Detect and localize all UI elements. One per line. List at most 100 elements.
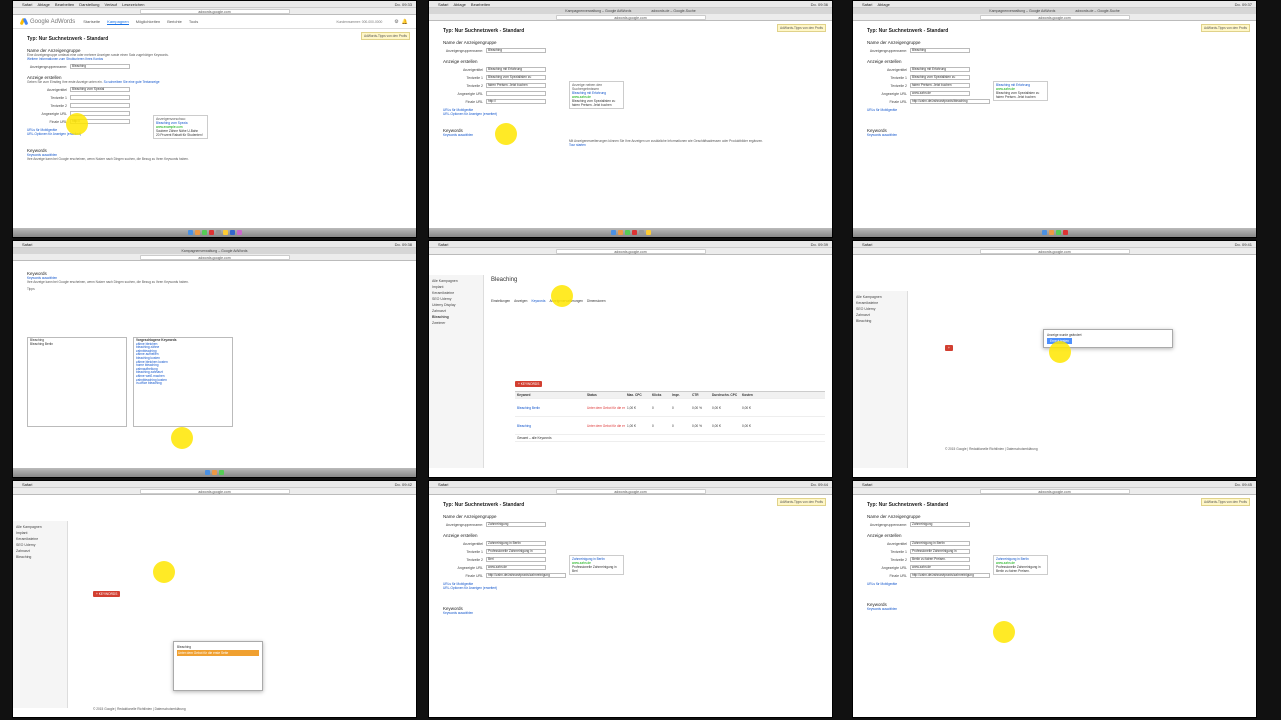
menu-safari[interactable]: Safari (438, 482, 448, 487)
tab-adwords[interactable]: Kampagnenverwaltung – Google AdWords (181, 249, 247, 253)
keywords-select-link[interactable]: Keywords auswählen (867, 607, 1242, 611)
url-field[interactable]: adwords.google.com (979, 248, 1130, 254)
tips-badge[interactable]: AdWords-Tipps von den Profis (1200, 24, 1250, 32)
tips-badge[interactable]: AdWords-Tipps von den Profis (1200, 498, 1250, 506)
line1-input[interactable]: Bleaching vom Spezialisten zu (486, 75, 546, 80)
line2-input[interactable]: Berlin zu fairen Preisen. (910, 557, 970, 562)
line1-input[interactable]: Professionelle Zahnreinigung in (910, 549, 970, 554)
add-ad-button[interactable]: + (945, 345, 953, 351)
display-url-input[interactable]: www.zahn.de (486, 565, 546, 570)
sidebar-item[interactable]: Zweimer (432, 320, 480, 326)
final-url-input[interactable]: http:// (486, 99, 546, 104)
cursor-highlight (153, 561, 175, 583)
url-options-link[interactable]: URL-Optionen für Anzeigen (erweitert) (443, 112, 818, 116)
headline-input[interactable]: Zahnreinigung in Berlin (486, 541, 546, 546)
url-field[interactable]: adwords.google.com (979, 14, 1130, 20)
headline-input[interactable]: Bleaching mit Erfahrung (486, 67, 546, 72)
menu-ablage[interactable]: Ablage (877, 2, 889, 7)
headline-input[interactable]: Bleaching mit Erfahrung (910, 67, 970, 72)
line1-input[interactable]: Bleaching vom Spezialisten zu (910, 75, 970, 80)
tab-dimensionen[interactable]: Dimensionen (587, 299, 606, 303)
url-field[interactable]: adwords.google.com (555, 248, 706, 254)
adwords-logo[interactable]: Google AdWords (19, 17, 75, 26)
suggested-keyword[interactable]: in-office bleaching (136, 382, 230, 386)
url-field[interactable]: adwords.google.com (139, 488, 290, 494)
url-field[interactable]: adwords.google.com (139, 254, 290, 260)
nav-tools[interactable]: Tools (189, 19, 198, 25)
nav-moeglichkeiten[interactable]: Möglichkeiten (136, 19, 160, 25)
adgroup-name-input[interactable]: Bleaching (70, 64, 130, 69)
tab-keywords[interactable]: Keywords (531, 299, 545, 303)
menu-safari[interactable]: Safari (862, 482, 872, 487)
sidebar-item-bleaching[interactable]: Bleaching (856, 318, 904, 324)
tips-badge[interactable]: AdWords-Tipps von den Profis (776, 498, 826, 506)
nav-startseite[interactable]: Startseite (83, 19, 100, 25)
table-row[interactable]: Bleaching Berlin Unter dem Gebot für die … (515, 399, 825, 417)
display-url-input[interactable]: www.zahn.de (910, 91, 970, 96)
tips-badge[interactable]: AdWords-Tipps von den Profis (360, 32, 410, 40)
menu-verlauf[interactable]: Verlauf (105, 2, 117, 7)
menu-safari[interactable]: Safari (22, 242, 32, 247)
line2-input[interactable]: Berl (486, 557, 546, 562)
url-field[interactable]: adwords.google.com (555, 488, 706, 494)
menu-safari[interactable]: Safari (862, 242, 872, 247)
headline-label: Anzeigentitel (46, 87, 67, 92)
menu-bearbeiten[interactable]: Bearbeiten (471, 2, 490, 7)
keywords-select-link[interactable]: Keywords auswählen (443, 611, 818, 615)
tab-google-search[interactable]: adwords.de – Google-Suche (651, 9, 695, 13)
nav-berichte[interactable]: Berichte (167, 19, 182, 25)
line1-input[interactable] (70, 95, 130, 100)
menu-bearbeiten[interactable]: Bearbeiten (55, 2, 74, 7)
adgroup-name-input[interactable]: Zahnreinigung (486, 522, 546, 527)
line2-input[interactable]: fairen Preisen. Jetzt buchen (486, 83, 546, 88)
keywords-textarea[interactable]: Bleaching Bleaching Berlin (27, 337, 127, 427)
final-url-input[interactable]: http://zahn.de/zahnarztpraxis/zahnreinig… (910, 573, 990, 578)
tips-badge[interactable]: AdWords-Tipps von den Profis (776, 24, 826, 32)
adgroup-name-input[interactable]: Bleaching (910, 48, 970, 53)
table-row[interactable]: BleachingUnter dem Gebot für die erste S… (515, 417, 825, 435)
headline-input[interactable]: Bleaching vom Spezial (70, 87, 130, 92)
menu-safari[interactable]: Safari (438, 242, 448, 247)
nav-kampagnen[interactable]: Kampagnen (107, 19, 129, 25)
url-field[interactable]: adwords.google.com (979, 488, 1130, 494)
mobile-urls-link[interactable]: URLs für Mobilgeräte (867, 582, 1242, 586)
line1-label: Textzeile 1 (466, 549, 483, 554)
url-field[interactable]: adwords.google.com (555, 14, 706, 20)
final-url-input[interactable]: http://zahn.de/zahnarztpraxis/bleaching (910, 99, 990, 104)
menu-safari[interactable]: Safari (438, 2, 448, 7)
menu-ablage[interactable]: Ablage (37, 2, 49, 7)
final-url-input[interactable]: http://zahn.de/zahnarztpraxis/zahnreinig… (486, 573, 566, 578)
line2-input[interactable] (70, 103, 130, 108)
adgroup-name-input[interactable]: Bleaching (486, 48, 546, 53)
mobile-urls-link[interactable]: URLs für Mobilgeräte (867, 108, 1242, 112)
menu-safari[interactable]: Safari (22, 482, 32, 487)
bell-icon[interactable]: 🔔 (402, 19, 408, 25)
menu-ablage[interactable]: Ablage (453, 2, 465, 7)
gear-icon[interactable]: ⚙ (394, 19, 398, 25)
adgroup-name-label: Anzeigengruppenname: (869, 522, 907, 527)
menu-safari[interactable]: Safari (862, 2, 872, 7)
display-url-input[interactable] (486, 91, 546, 96)
tab-adwords[interactable]: Kampagnenverwaltung – Google AdWords (989, 9, 1055, 13)
adgroup-name-input[interactable]: Zahnreinigung (910, 522, 970, 527)
adgroup-link[interactable]: Weitere Informationen zum Strukturieren … (27, 57, 402, 61)
url-options-link[interactable]: URL-Optionen für Anzeigen (erweitert) (443, 586, 818, 590)
add-keywords-button[interactable]: + KEYWORDS (93, 591, 121, 597)
menu-lesezeichen[interactable]: Lesezeichen (122, 2, 144, 7)
display-url-input[interactable]: www.zahn.de (910, 565, 970, 570)
line1-input[interactable]: Professionelle Zahnreinigung in (486, 549, 546, 554)
menu-safari[interactable]: Safari (22, 2, 32, 7)
line2-input[interactable]: fairen Preisen. Jetzt buchen (910, 83, 970, 88)
preview-line2: 20 Prozent Rabatt für Studenten! (156, 133, 203, 137)
url-field[interactable]: adwords.google.com (139, 8, 290, 14)
tab-adwords[interactable]: Kampagnenverwaltung – Google AdWords (565, 9, 631, 13)
tab-google-search[interactable]: adwords.de – Google-Suche (1075, 9, 1119, 13)
line2-label: Textzeile 2 (890, 557, 907, 562)
tab-einstellungen[interactable]: Einstellungen (491, 299, 510, 303)
sidebar-item-bleaching[interactable]: Bleaching (16, 554, 64, 560)
add-keywords-button[interactable]: + KEYWORDS (515, 381, 543, 387)
headline-input[interactable]: Zahnreinigung in Berlin (910, 541, 970, 546)
menu-darstellung[interactable]: Darstellung (79, 2, 99, 7)
keywords-select-link[interactable]: Keywords auswählen (867, 133, 1242, 137)
tab-anzeigen[interactable]: Anzeigen (514, 299, 527, 303)
